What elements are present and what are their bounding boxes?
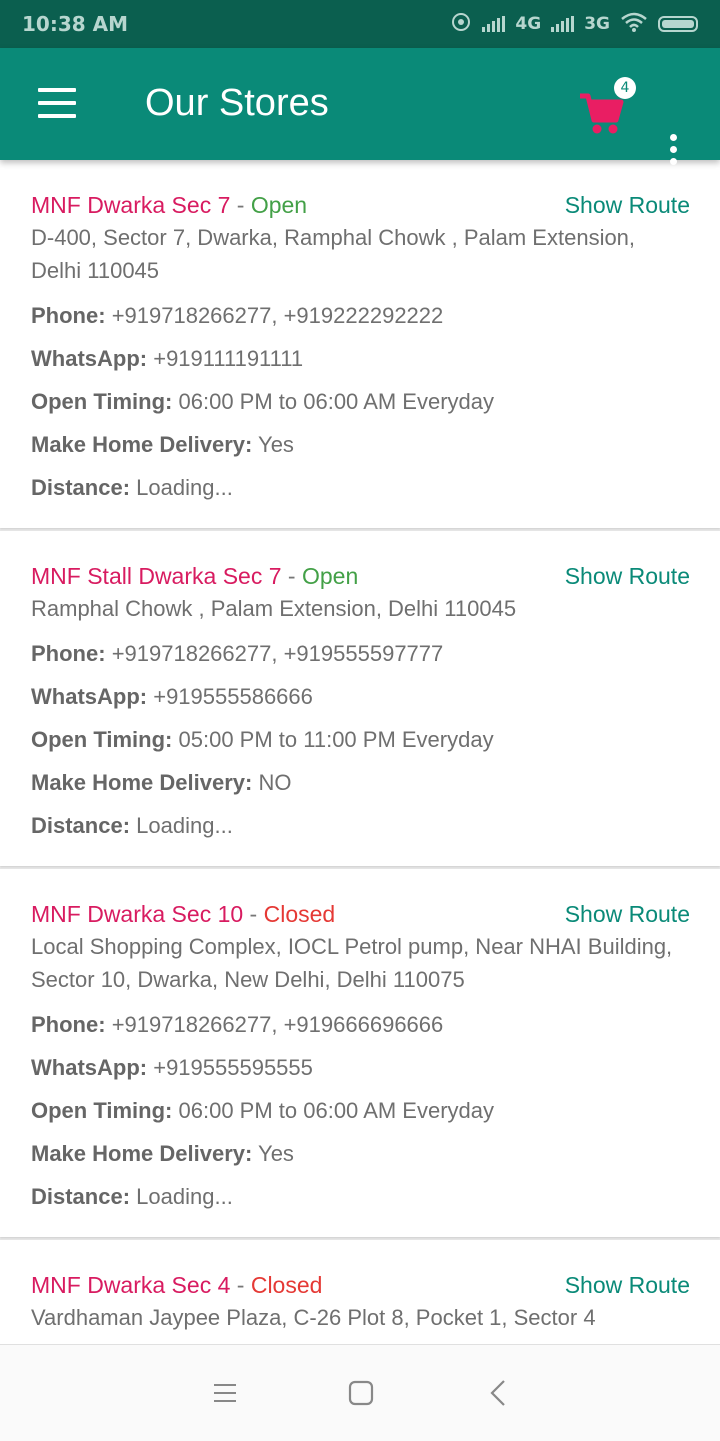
delivery-value: NO [258, 770, 292, 795]
store-card: MNF Dwarka Sec 7 - Open Show Route D-400… [0, 160, 720, 528]
back-icon[interactable] [478, 1373, 518, 1413]
timing-value: 06:00 PM to 06:00 AM Everyday [178, 389, 495, 414]
show-route-link[interactable]: Show Route [565, 563, 690, 590]
delivery-row: Make Home Delivery: Yes [31, 432, 294, 457]
page-title: Our Stores [145, 82, 329, 124]
cart-count-badge: 4 [614, 77, 636, 99]
show-route-link[interactable]: Show Route [565, 192, 690, 219]
store-status: Open [301, 563, 359, 589]
store-status: Closed [250, 1272, 323, 1298]
delivery-row: Make Home Delivery: NO [31, 770, 292, 795]
recent-apps-icon[interactable] [205, 1373, 245, 1413]
timing-value: 06:00 PM to 06:00 AM Everyday [178, 1098, 495, 1123]
distance-row: Distance: Loading... [31, 475, 233, 500]
whatsapp-value[interactable]: +919111191111 [153, 346, 303, 371]
home-icon[interactable] [341, 1373, 381, 1413]
show-route-link[interactable]: Show Route [565, 1272, 690, 1299]
distance-row: Distance: Loading... [31, 1184, 233, 1209]
status-bar: 10:38 AM 4G 3G [0, 0, 720, 48]
network-type-label: 3G [584, 14, 610, 34]
app-bar: Our Stores [0, 48, 720, 165]
whatsapp-value[interactable]: +919555586666 [153, 684, 313, 709]
store-address: D-400, Sector 7, Dwarka, Ramphal Chowk ,… [31, 225, 636, 283]
wifi-icon [620, 12, 648, 37]
phone-value[interactable]: +919718266277, +919222292222 [112, 303, 444, 328]
store-card: MNF Dwarka Sec 10 - Closed Show Route Lo… [0, 869, 720, 1237]
delivery-value: Yes [258, 1141, 294, 1166]
store-name: MNF Dwarka Sec 10 [31, 901, 244, 927]
store-title: MNF Dwarka Sec 10 - Closed [31, 901, 336, 927]
store-address: Local Shopping Complex, IOCL Petrol pump… [31, 934, 673, 992]
show-route-link[interactable]: Show Route [565, 901, 690, 928]
delivery-row: Make Home Delivery: Yes [31, 1141, 294, 1166]
store-card: MNF Dwarka Sec 4 - Closed Show Route Var… [0, 1240, 720, 1344]
store-name: MNF Stall Dwarka Sec 7 [31, 563, 282, 589]
navigation-bar [0, 1344, 720, 1441]
phone-value[interactable]: +919718266277, +919666696666 [112, 1012, 444, 1037]
store-title: MNF Dwarka Sec 4 - Closed [31, 1272, 323, 1298]
store-status: Closed [263, 901, 336, 927]
phone-row: Phone: +919718266277, +919555597777 [31, 641, 444, 666]
phone-row: Phone: +919718266277, +919222292222 [31, 303, 444, 328]
phone-value[interactable]: +919718266277, +919555597777 [112, 641, 444, 666]
delivery-value: Yes [258, 432, 294, 457]
whatsapp-row: WhatsApp: +919555586666 [31, 684, 313, 709]
store-address: Ramphal Chowk , Palam Extension, Delhi 1… [31, 596, 517, 621]
store-list: MNF Dwarka Sec 7 - Open Show Route D-400… [0, 160, 720, 1344]
menu-icon[interactable] [38, 88, 76, 118]
battery-icon [658, 16, 698, 32]
signal-icon [551, 16, 575, 32]
store-address: Vardhaman Jaypee Plaza, C-26 Plot 8, Poc… [31, 1305, 596, 1330]
whatsapp-value[interactable]: +919555595555 [153, 1055, 313, 1080]
distance-row: Distance: Loading... [31, 813, 233, 838]
timing-row: Open Timing: 06:00 PM to 06:00 AM Everyd… [31, 1098, 495, 1123]
signal-icon [482, 16, 506, 32]
status-icons: 4G 3G [450, 11, 698, 38]
store-card: MNF Stall Dwarka Sec 7 - Open Show Route… [0, 531, 720, 866]
network-type-label: 4G [515, 14, 542, 34]
distance-value: Loading... [136, 475, 233, 500]
store-title: MNF Dwarka Sec 7 - Open [31, 192, 308, 218]
phone-row: Phone: +919718266277, +919666696666 [31, 1012, 444, 1037]
hotspot-icon [450, 11, 472, 38]
whatsapp-row: WhatsApp: +919111191111 [31, 346, 304, 371]
timing-row: Open Timing: 06:00 PM to 06:00 AM Everyd… [31, 389, 495, 414]
more-options-icon[interactable] [670, 134, 682, 174]
distance-value: Loading... [136, 1184, 233, 1209]
store-status: Open [250, 192, 308, 218]
store-title: MNF Stall Dwarka Sec 7 - Open [31, 563, 359, 589]
timing-row: Open Timing: 05:00 PM to 11:00 PM Everyd… [31, 727, 494, 752]
store-name: MNF Dwarka Sec 7 [31, 192, 231, 218]
timing-value: 05:00 PM to 11:00 PM Everyday [178, 727, 494, 752]
status-time: 10:38 AM [22, 12, 129, 36]
store-name: MNF Dwarka Sec 4 [31, 1272, 231, 1298]
whatsapp-row: WhatsApp: +919555595555 [31, 1055, 313, 1080]
distance-value: Loading... [136, 813, 233, 838]
